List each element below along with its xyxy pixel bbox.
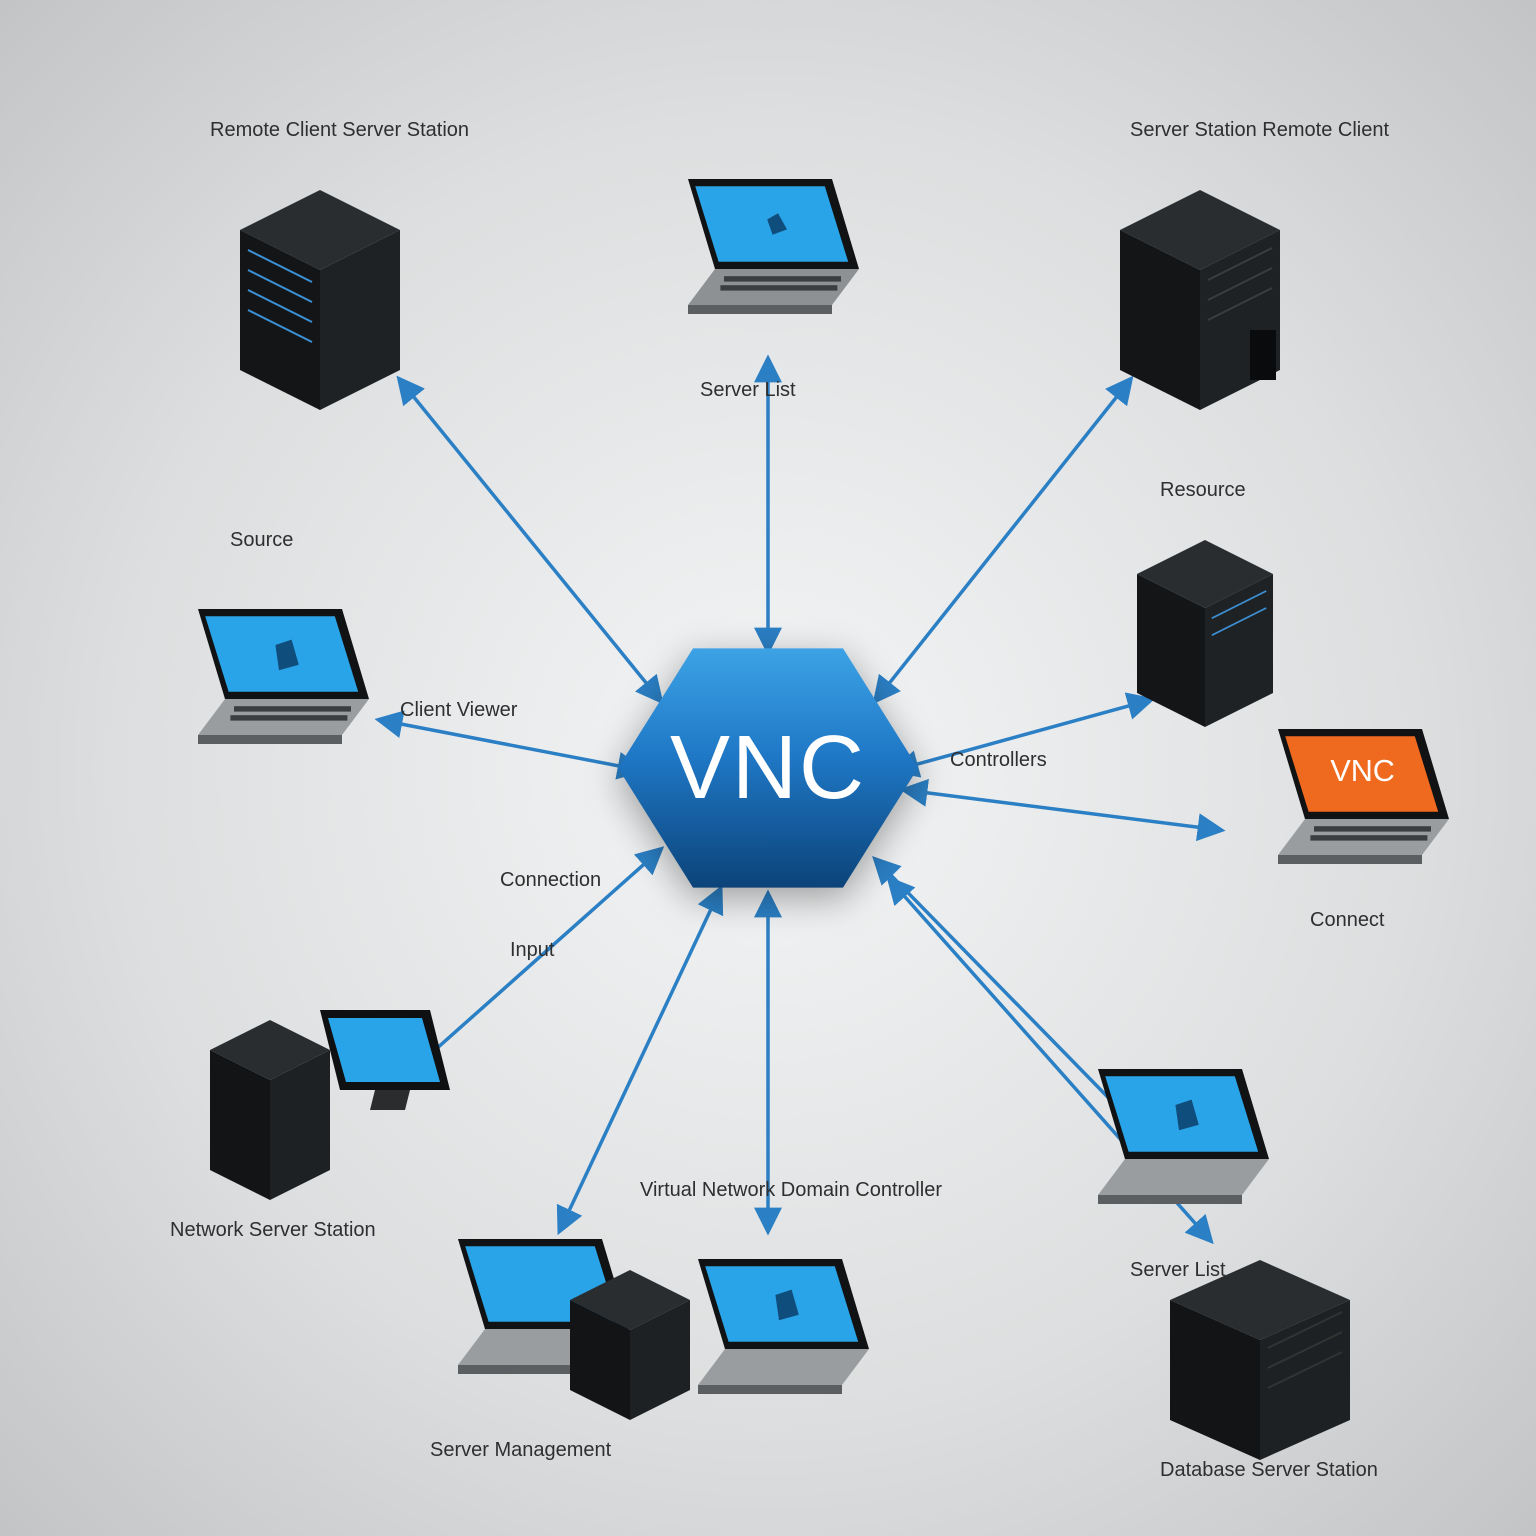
label-lower-right-laptop: Server List [1130,1260,1226,1281]
label-top-right: Server Station Remote Client [1130,120,1389,141]
server-mid-right [1120,520,1290,730]
vnc-hex-badge: VNC [618,638,918,898]
label-left-server: Network Server Station [170,1220,376,1241]
label-top-laptop: Server List [700,380,796,401]
server-top-left [220,170,420,410]
label-source: Source [230,530,293,551]
vnc-hex-label: VNC [670,717,866,820]
label-connect: Connection [500,870,601,891]
vnc-badge-text: VNC [1330,754,1395,788]
laptop-top-center [640,170,880,350]
laptop-lower-right [1050,1060,1290,1240]
label-bottom-left: Server Management [430,1440,611,1461]
pc-bottom-left [560,1260,700,1420]
label-domain: Virtual Network Domain Controller [640,1180,942,1201]
label-bottom-right: Database Server Station [1160,1460,1378,1481]
laptop-mid-left [150,600,390,780]
server-top-right [1100,170,1300,410]
label-top-left: Remote Client Server Station [210,120,469,141]
label-resource: Resource [1160,480,1246,501]
diagram-stage: VNC [0,0,1536,1536]
label-vnc-laptop: Connect [1310,910,1385,931]
label-controllers: Controllers [950,750,1047,771]
label-input: Input [510,940,554,961]
label-viewer: Client Viewer [400,700,517,721]
workstation-left [200,980,460,1220]
laptop-vnc-client: VNC [1230,720,1470,900]
